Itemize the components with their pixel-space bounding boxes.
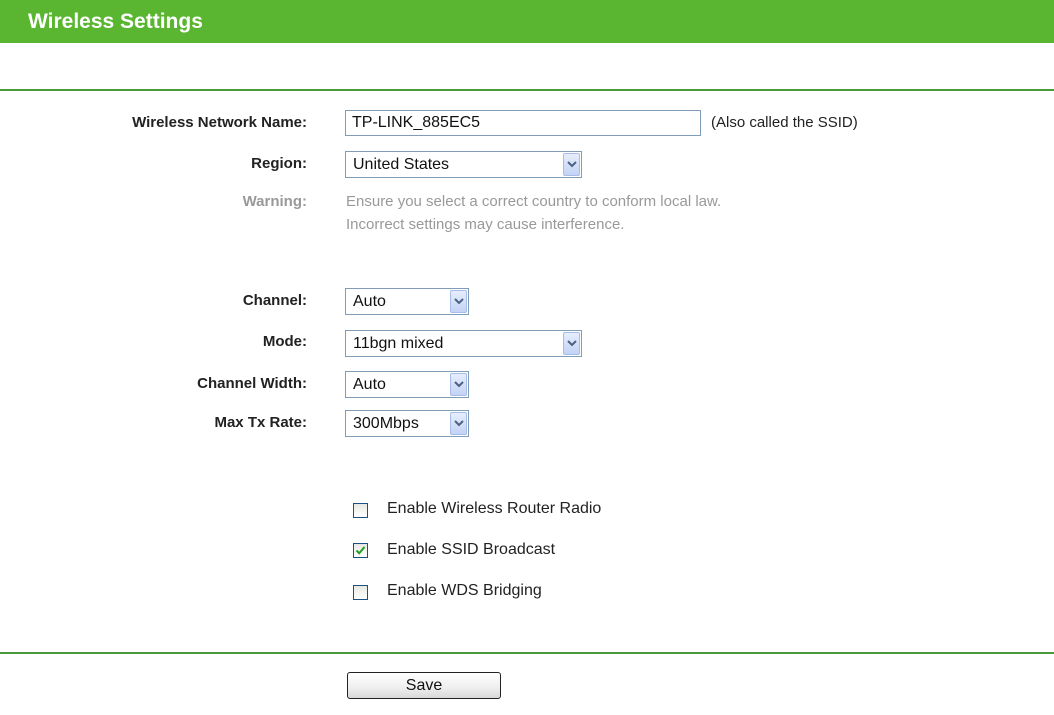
region-select[interactable]: United States (345, 151, 582, 178)
bottom-divider (0, 652, 1054, 654)
enable-ssid-broadcast-label: Enable SSID Broadcast (387, 541, 556, 558)
wireless-settings-page: Wireless Settings Wireless Network Name:… (0, 0, 1054, 715)
channel-width-select-value: Auto (353, 376, 386, 393)
max-tx-rate-select[interactable]: 300Mbps (345, 410, 469, 437)
ssid-hint: (Also called the SSID) (711, 114, 858, 131)
channel-width-label: Channel Width: (197, 375, 307, 392)
mode-label: Mode: (262, 333, 307, 350)
enable-wireless-radio-label: Enable Wireless Router Radio (387, 500, 602, 517)
region-label: Region: (251, 155, 307, 172)
ssid-input[interactable] (345, 110, 701, 136)
warning-line-1: Ensure you select a correct country to c… (346, 193, 722, 210)
region-select-value: United States (353, 156, 450, 173)
chevron-down-icon[interactable] (563, 332, 580, 355)
channel-select-value: Auto (353, 293, 386, 310)
page-title: Wireless Settings (28, 10, 203, 33)
channel-label: Channel: (242, 292, 307, 309)
enable-wireless-radio-checkbox[interactable] (353, 503, 368, 518)
save-button[interactable]: Save (347, 672, 501, 699)
enable-wds-bridging-checkbox[interactable] (353, 585, 368, 600)
chevron-down-icon[interactable] (450, 412, 467, 435)
channel-select[interactable]: Auto (345, 288, 469, 315)
enable-ssid-broadcast-checkbox[interactable] (353, 543, 368, 558)
title-bar: Wireless Settings (0, 0, 1054, 43)
enable-wds-bridging-label: Enable WDS Bridging (387, 582, 542, 599)
mode-select[interactable]: 11bgn mixed (345, 330, 582, 357)
mode-select-value: 11bgn mixed (353, 335, 444, 352)
max-tx-rate-select-value: 300Mbps (353, 415, 419, 432)
ssid-label: Wireless Network Name: (132, 114, 307, 131)
channel-width-select[interactable]: Auto (345, 371, 469, 398)
chevron-down-icon[interactable] (563, 153, 580, 176)
max-tx-rate-label: Max Tx Rate: (214, 414, 307, 431)
warning-label: Warning: (242, 193, 307, 210)
top-divider (0, 89, 1054, 91)
chevron-down-icon[interactable] (450, 373, 467, 396)
warning-line-2: Incorrect settings may cause interferenc… (346, 216, 625, 233)
checkmark-icon (355, 546, 366, 555)
chevron-down-icon[interactable] (450, 290, 467, 313)
